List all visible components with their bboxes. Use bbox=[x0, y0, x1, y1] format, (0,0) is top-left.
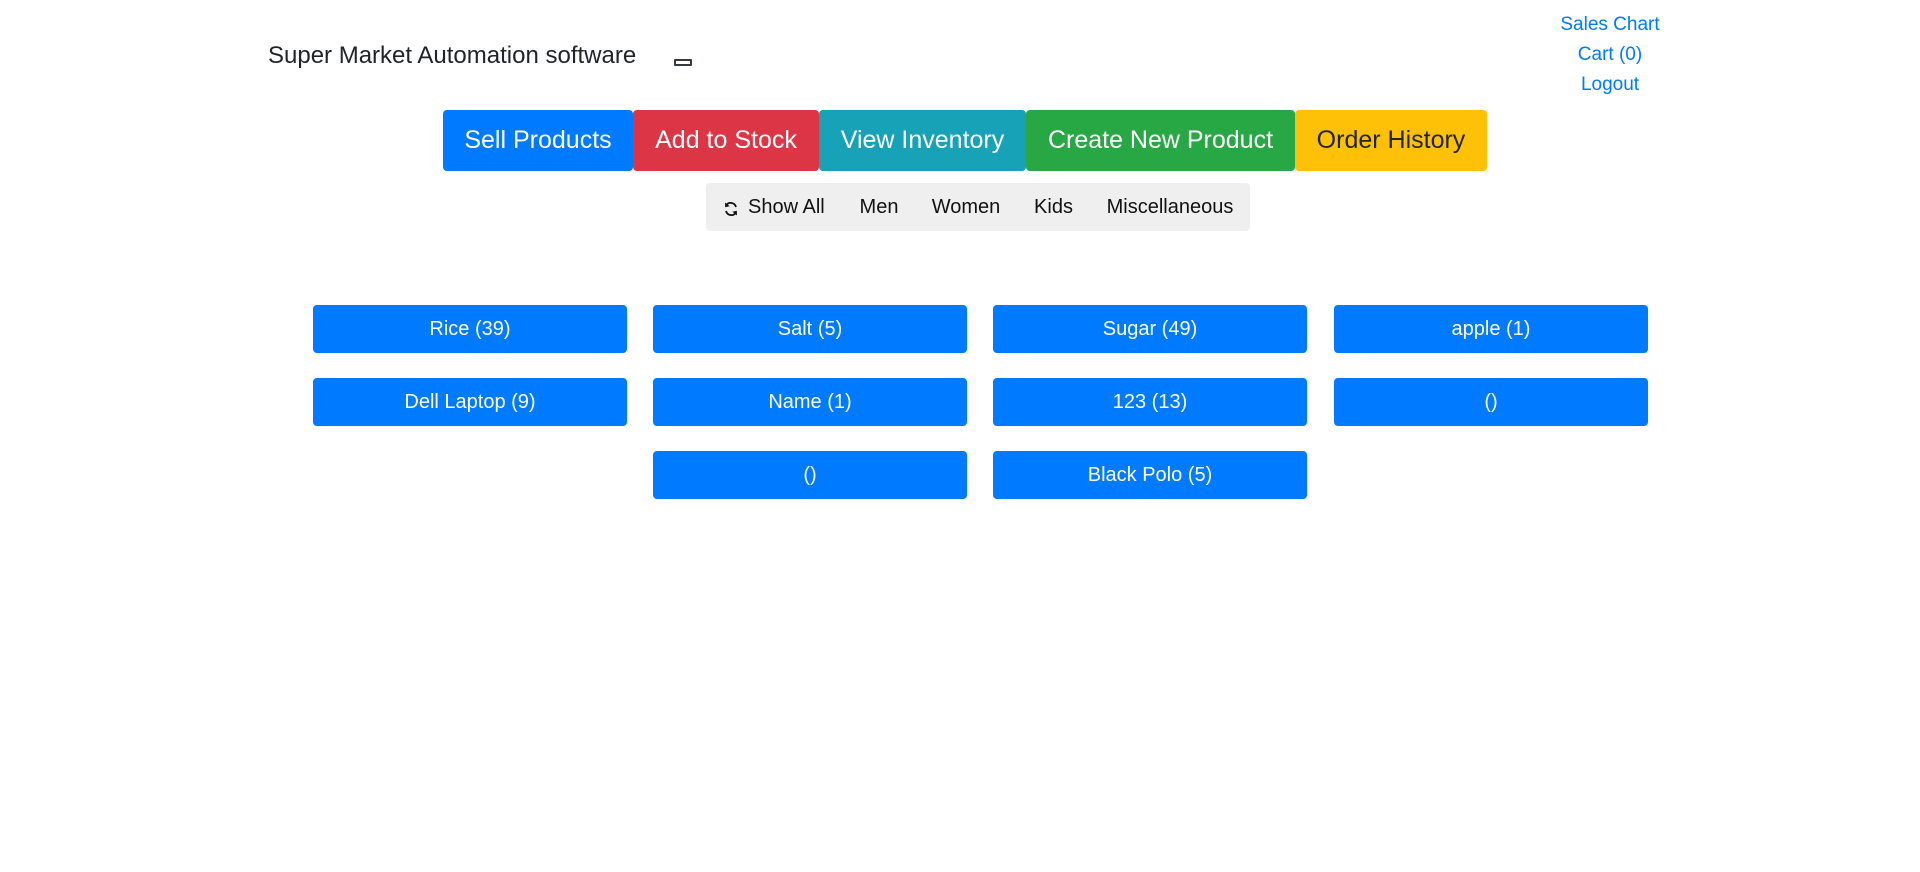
product-button[interactable]: Dell Laptop (9) bbox=[313, 378, 627, 426]
main-nav: Sell Products Add to Stock View Inventor… bbox=[443, 110, 1487, 171]
filter-men-button[interactable]: Men bbox=[843, 183, 915, 231]
logout-link[interactable]: Logout bbox=[1520, 70, 1700, 100]
filter-show-all-label: Show All bbox=[748, 195, 825, 218]
sell-products-button[interactable]: Sell Products bbox=[443, 110, 633, 171]
filter-show-all-button[interactable]: Show All bbox=[706, 183, 843, 231]
top-links: Sales Chart Cart (0) Logout bbox=[1520, 10, 1700, 100]
create-new-product-button[interactable]: Create New Product bbox=[1026, 110, 1295, 171]
view-inventory-button[interactable]: View Inventory bbox=[819, 110, 1026, 171]
category-filter-bar: Show All Men Women Kids Miscellaneous bbox=[706, 183, 1250, 231]
add-to-stock-button[interactable]: Add to Stock bbox=[633, 110, 819, 171]
app-title: Super Market Automation software bbox=[268, 42, 637, 69]
product-button[interactable]: Rice (39) bbox=[313, 305, 627, 353]
order-history-button[interactable]: Order History bbox=[1295, 110, 1487, 171]
product-button[interactable]: 123 (13) bbox=[993, 378, 1307, 426]
product-button[interactable]: Sugar (49) bbox=[993, 305, 1307, 353]
product-button[interactable]: () bbox=[653, 451, 967, 499]
filter-women-button[interactable]: Women bbox=[915, 183, 1017, 231]
product-button[interactable]: Name (1) bbox=[653, 378, 967, 426]
sales-chart-link[interactable]: Sales Chart bbox=[1520, 10, 1700, 40]
product-button[interactable]: Black Polo (5) bbox=[993, 451, 1307, 499]
cart-link[interactable]: Cart (0) bbox=[1520, 40, 1700, 70]
refresh-icon bbox=[725, 202, 737, 216]
product-button[interactable]: apple (1) bbox=[1334, 305, 1648, 353]
filter-kids-button[interactable]: Kids bbox=[1017, 183, 1090, 231]
product-button[interactable]: () bbox=[1334, 378, 1648, 426]
page: Super Market Automation software Sales C… bbox=[0, 0, 1920, 872]
minimize-icon[interactable] bbox=[674, 59, 692, 66]
product-button[interactable]: Salt (5) bbox=[653, 305, 967, 353]
filter-miscellaneous-button[interactable]: Miscellaneous bbox=[1090, 183, 1250, 231]
